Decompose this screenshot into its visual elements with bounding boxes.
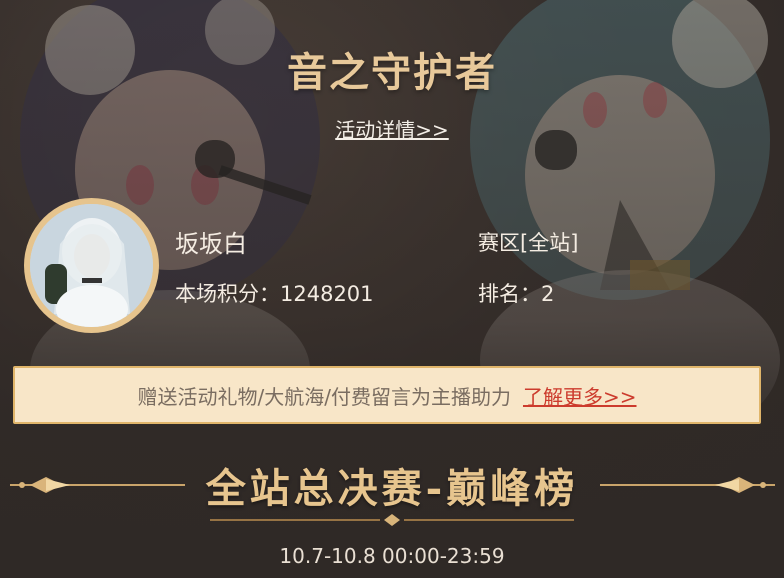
score-value: 1248201 [280,282,374,306]
avatar[interactable] [24,198,159,333]
score-label: 本场积分： [175,282,280,306]
score-row: 本场积分：1248201 [175,278,374,308]
event-title: 音之守护者 [287,50,497,96]
streamer-name: 坂坂白 [175,230,247,258]
event-details-link[interactable]: 活动详情>> [0,114,784,143]
banner-text: 赠送活动礼物/大航海/付费留言为主播助力 [137,384,511,409]
event-page: 音之守护者 活动详情>> 坂坂白 本场积分：1248201 赛区[全站] 排名：… [0,0,784,578]
avatar-image [30,204,153,327]
finals-title: 全站总决赛-巅峰榜 [205,465,579,512]
support-banner: 赠送活动礼物/大航海/付费留言为主播助力 了解更多>> [13,366,761,424]
rank-label: 排名： [478,282,541,306]
learn-more-link[interactable]: 了解更多>> [523,381,637,410]
title-underline-ornament [210,514,574,526]
zone-label: 赛区[全站] [478,231,579,255]
rank-value: 2 [541,282,555,306]
event-date-range: 10.7-10.8 00:00-23:59 [279,544,505,568]
rank-row: 排名：2 [478,278,554,308]
